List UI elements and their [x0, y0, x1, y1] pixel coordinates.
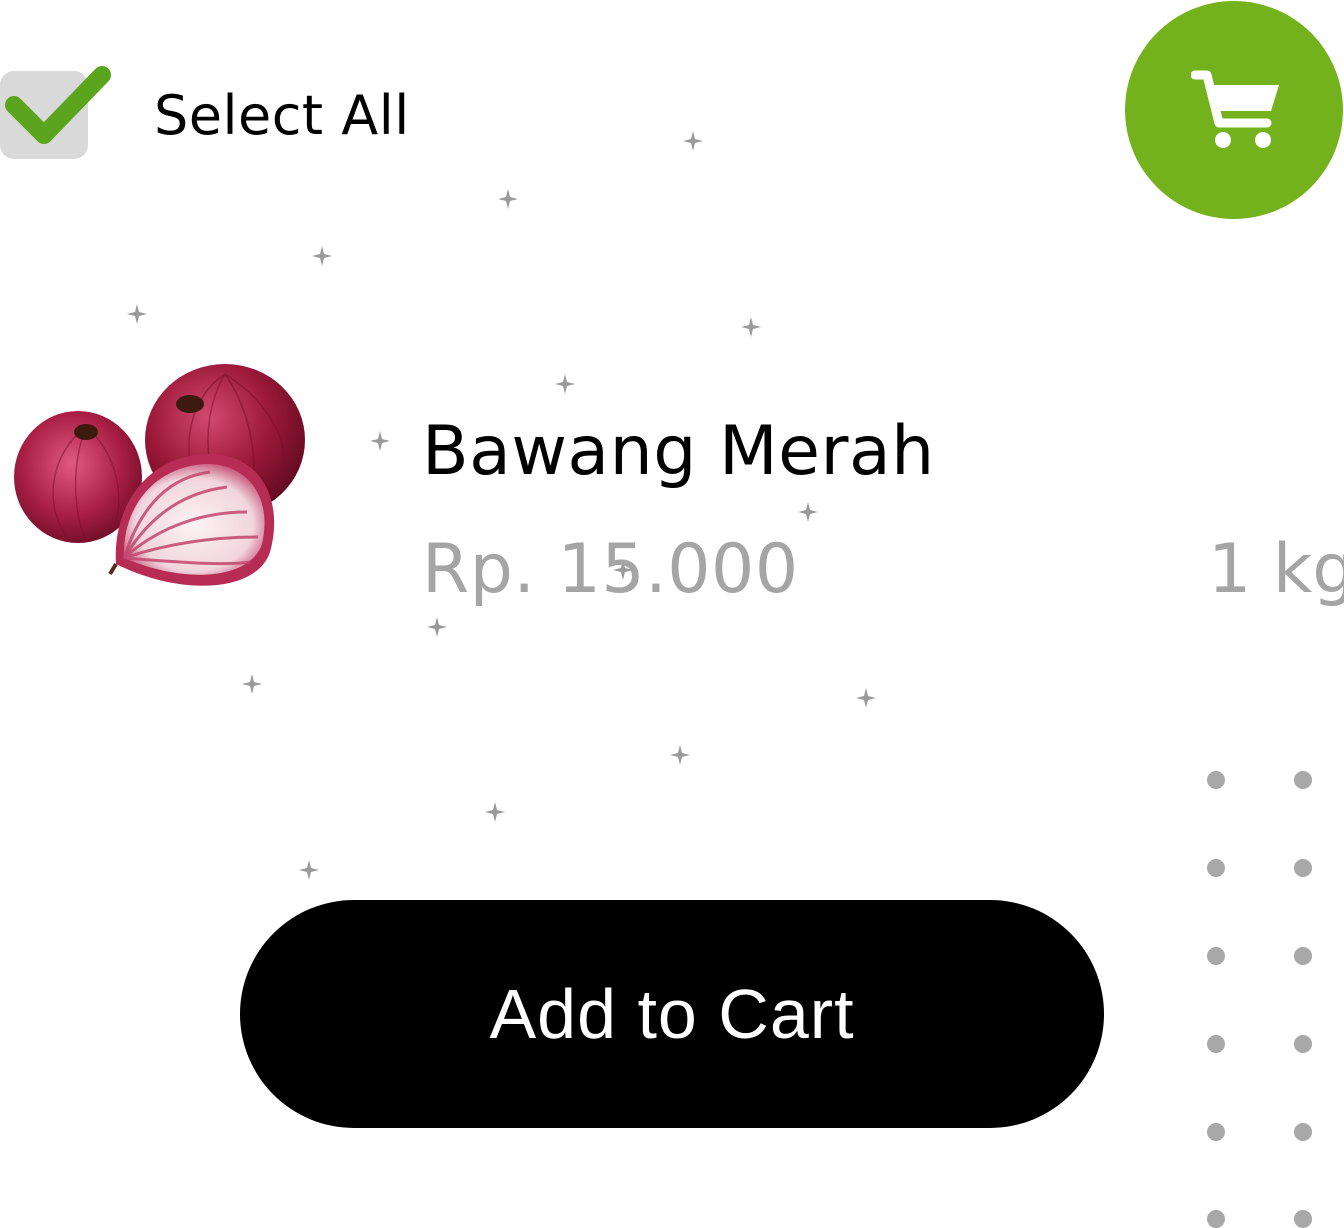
product-price: Rp. 15.000	[422, 530, 799, 609]
check-icon	[5, 66, 111, 144]
red-onion-image	[12, 352, 312, 597]
product-name: Bawang Merah	[422, 412, 935, 491]
product-unit: 1 kg	[1208, 530, 1344, 609]
cart-icon	[1191, 70, 1279, 148]
cart-button[interactable]	[1125, 1, 1343, 219]
add-to-cart-button[interactable]: Add to Cart	[240, 900, 1104, 1128]
select-all-checkbox[interactable]	[0, 66, 111, 159]
decorative-dot-grid	[1207, 771, 1317, 1228]
select-all-label: Select All	[154, 83, 410, 147]
select-all-row[interactable]: Select All	[0, 60, 410, 170]
